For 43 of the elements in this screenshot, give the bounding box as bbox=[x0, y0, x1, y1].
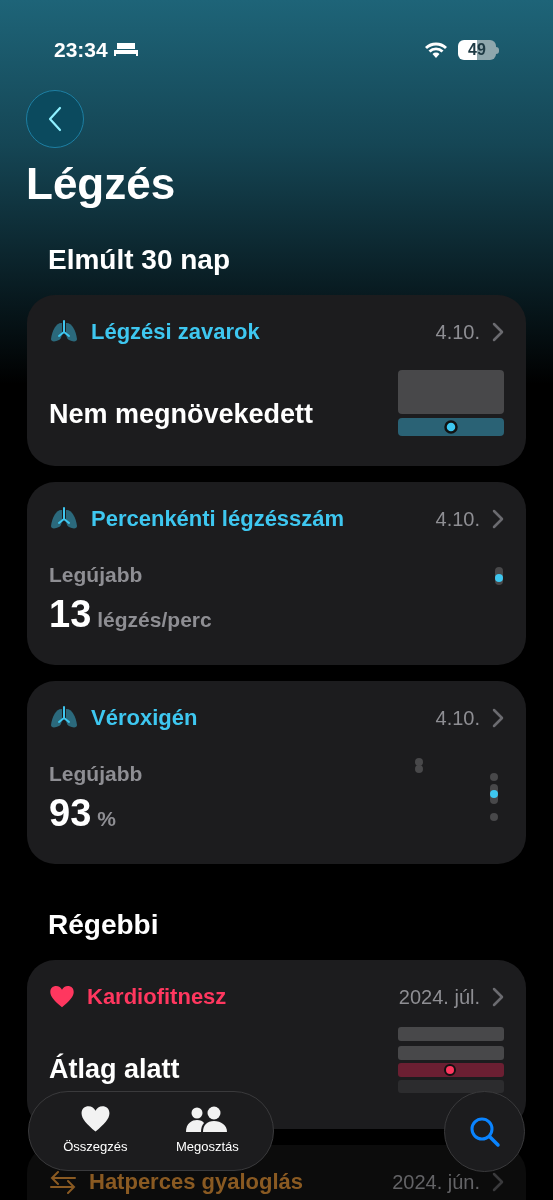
card-date: 2024. jún. bbox=[392, 1169, 480, 1195]
chevron-icon bbox=[492, 986, 504, 1007]
card-date: 4.10. bbox=[435, 506, 480, 532]
section-title: Régebbi bbox=[47, 908, 160, 942]
chevron-icon bbox=[492, 707, 504, 728]
bed-icon bbox=[113, 42, 138, 58]
reading-value: 93 bbox=[49, 790, 92, 836]
summary-card[interactable]: Légzési zavarok 4.10. Nem megnövekedett bbox=[27, 295, 526, 466]
search-icon bbox=[468, 1115, 501, 1148]
people-icon bbox=[186, 1105, 229, 1133]
lungs-icon bbox=[49, 319, 79, 344]
page-title: Légzés bbox=[25, 158, 177, 210]
reading-value: 13 bbox=[49, 591, 92, 637]
lungs-icon bbox=[49, 506, 79, 531]
arrows-icon bbox=[49, 1169, 77, 1194]
section-title: Elmúlt 30 nap bbox=[47, 243, 232, 277]
summary-card[interactable]: Percenkénti légzésszám 4.10. Legújabb 13 légzés/perc bbox=[27, 482, 526, 665]
status-time: 23:34 bbox=[54, 37, 108, 64]
battery-indicator: 49 bbox=[458, 40, 499, 60]
heart-icon bbox=[79, 1105, 111, 1134]
reading-unit: % bbox=[97, 805, 116, 832]
lungs-icon bbox=[49, 705, 79, 730]
card-date: 2024. júl. bbox=[398, 984, 480, 1010]
wifi-icon bbox=[424, 41, 448, 59]
back-icon bbox=[48, 106, 62, 132]
status-value: Átlag alatt bbox=[49, 1052, 180, 1086]
card-title: Véroxigén bbox=[91, 704, 198, 732]
card-title: Percenkénti légzésszám bbox=[91, 505, 345, 533]
card-title: Légzési zavarok bbox=[91, 318, 260, 346]
reading-label: Legújabb bbox=[49, 562, 144, 588]
chevron-icon bbox=[492, 321, 504, 342]
card-title: Kardiofitnesz bbox=[87, 983, 227, 1011]
summary-card[interactable]: Véroxigén 4.10. Legújabb 93% bbox=[27, 681, 526, 864]
reading-unit: légzés/perc bbox=[97, 606, 212, 633]
dot-chart bbox=[494, 567, 504, 585]
status-value: Nem megnövekedett bbox=[49, 397, 314, 431]
card-title: Hatperces gyaloglás bbox=[89, 1168, 303, 1196]
chevron-icon bbox=[492, 508, 504, 529]
chevron-icon bbox=[492, 1171, 504, 1192]
card-date: 4.10. bbox=[435, 319, 480, 345]
reading-label: Legújabb bbox=[49, 761, 143, 787]
heart-icon bbox=[49, 984, 75, 1009]
card-date: 4.10. bbox=[435, 705, 480, 731]
